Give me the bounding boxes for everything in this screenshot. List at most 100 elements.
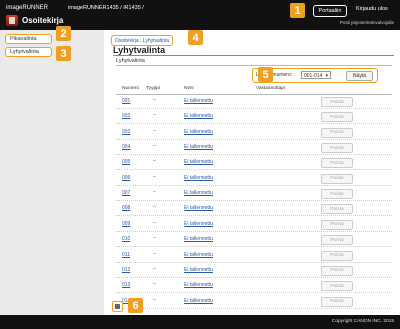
row-divider [116,123,392,125]
row-name-link[interactable]: Ei tallennettu [184,282,213,288]
row-type: – [153,158,156,165]
row-divider [116,200,392,202]
sidebar-item-lyhytvalinta[interactable]: Lyhytvalinta [5,47,52,57]
table-row: 005 – Ei tallennettu Poista [116,156,392,169]
row-number-link[interactable]: 009 [122,221,130,227]
device-model: imageRUNNER1435 / iR1435 / [68,5,144,11]
delete-button[interactable]: Poista [321,250,353,261]
delete-button[interactable]: Poista [321,143,353,154]
row-type: – [153,97,156,103]
delete-button[interactable]: Poista [321,127,353,138]
row-name-link[interactable]: Ei tallennettu [184,144,213,150]
row-type: – [153,189,156,196]
delete-button[interactable]: Poista [321,281,353,292]
delete-button[interactable]: Poista [321,112,353,123]
row-name-link[interactable]: Ei tallennettu [184,236,213,242]
column-header-type: Tyyppi [146,86,160,91]
row-number-link[interactable]: 004 [122,144,130,150]
copyright-text: Copyright CANON INC. 2015 [331,319,394,324]
app-title: Osoitekirja [22,16,64,25]
row-type: – [153,112,156,119]
table-row: 013 – Ei tallennettu Poista [116,279,392,292]
callout-badge-6: 6 [128,298,143,313]
table-row: 014– Ei tallennettu Poista [116,295,392,307]
logout-link[interactable]: Kirjaudu ulos [356,6,388,12]
row-name-link[interactable]: Ei tallennettu [184,190,213,196]
row-number-link[interactable]: 003 [122,129,130,135]
row-name-link[interactable]: Ei tallennettu [184,98,213,104]
footer: Copyright CANON INC. 2015 [0,315,400,329]
table-row: 007 – Ei tallennettu Poista [116,187,392,200]
delete-button[interactable]: Poista [321,204,353,215]
delete-button[interactable]: Poista [321,173,353,184]
delete-button[interactable]: Poista [321,158,353,169]
brand-name: imageRUNNER [6,5,49,11]
row-name-link[interactable]: Ei tallennettu [184,113,213,119]
row-divider [116,184,392,186]
row-name-link[interactable]: Ei tallennettu [184,252,213,258]
row-divider [116,154,392,156]
row-type: – [153,204,156,211]
delete-button[interactable]: Poista [321,265,353,276]
delete-button[interactable]: Poista [321,235,353,246]
row-type: – [153,250,156,257]
section-title: Lyhytvalinta [116,58,145,64]
sidebar: Pikavalinta Lyhytvalinta [0,30,104,315]
row-number-link[interactable]: 001 [122,98,130,104]
row-number-link[interactable]: 010 [122,236,130,242]
row-divider [116,138,392,140]
section-divider [116,65,392,66]
row-divider [116,108,392,109]
row-name-link[interactable]: Ei tallennettu [184,267,213,273]
callout-badge-3: 3 [56,46,71,61]
row-number-link[interactable]: 002 [122,113,130,119]
list-number-select[interactable]: 001-014 [301,71,331,80]
address-book-icon [6,15,18,26]
mail-admin-link[interactable]: Posti järjestelmänvalvojalle [340,20,394,25]
row-type: – [153,219,156,226]
table-row: 001 – Ei tallennettu Poista [116,95,392,107]
row-type: – [153,173,156,180]
sidebar-item-pikavalinta[interactable]: Pikavalinta [5,34,52,44]
row-name-link[interactable]: Ei tallennettu [184,205,213,211]
row-divider [116,230,392,232]
row-type: – [153,296,156,303]
column-header-name: Nimi [184,86,194,91]
row-type: – [153,127,156,134]
delete-button[interactable]: Poista [321,97,353,107]
row-name-link[interactable]: Ei tallennettu [184,129,213,135]
row-divider [116,292,392,294]
page-title: Lyhytvalinta [113,45,166,55]
table-row: 011 – Ei tallennettu Poista [116,249,392,261]
row-name-link[interactable]: Ei tallennettu [184,175,213,181]
callout-badge-5: 5 [258,67,273,82]
row-number-link[interactable]: 006 [122,175,130,181]
table-row: 010 – Ei tallennettu Poista [116,233,392,246]
row-number-link[interactable]: 005 [122,159,130,165]
row-divider [116,276,392,278]
show-button[interactable]: Näytä [346,71,373,81]
row-number-link[interactable]: 007 [122,190,130,196]
row-name-link[interactable]: Ei tallennettu [184,159,213,165]
row-name-link[interactable]: Ei tallennettu [184,221,213,227]
delete-button[interactable]: Poista [321,296,353,307]
row-divider [116,215,392,217]
row-number-link[interactable]: 008 [122,205,130,211]
row-type: – [153,281,156,288]
delete-button[interactable]: Poista [321,219,353,230]
row-name-link[interactable]: Ei tallennettu [184,298,213,304]
back-to-top-icon[interactable] [112,301,123,312]
row-number-link[interactable]: 013 [122,282,130,288]
row-type: – [153,265,156,272]
table-row: 006 – Ei tallennettu Poista [116,172,392,184]
column-header-number: Numero [122,86,140,91]
portal-button[interactable]: Portaaliin [313,5,347,17]
row-type: – [153,143,156,150]
callout-badge-2: 2 [56,26,71,41]
row-number-link[interactable]: 012 [122,267,130,273]
row-number-link[interactable]: 011 [122,252,130,258]
callout-badge-1: 1 [290,3,305,18]
table-row: 008 – Ei tallennettu Poista [116,202,392,215]
table-row: 012 – Ei tallennettu Poista [116,264,392,276]
delete-button[interactable]: Poista [321,189,353,200]
